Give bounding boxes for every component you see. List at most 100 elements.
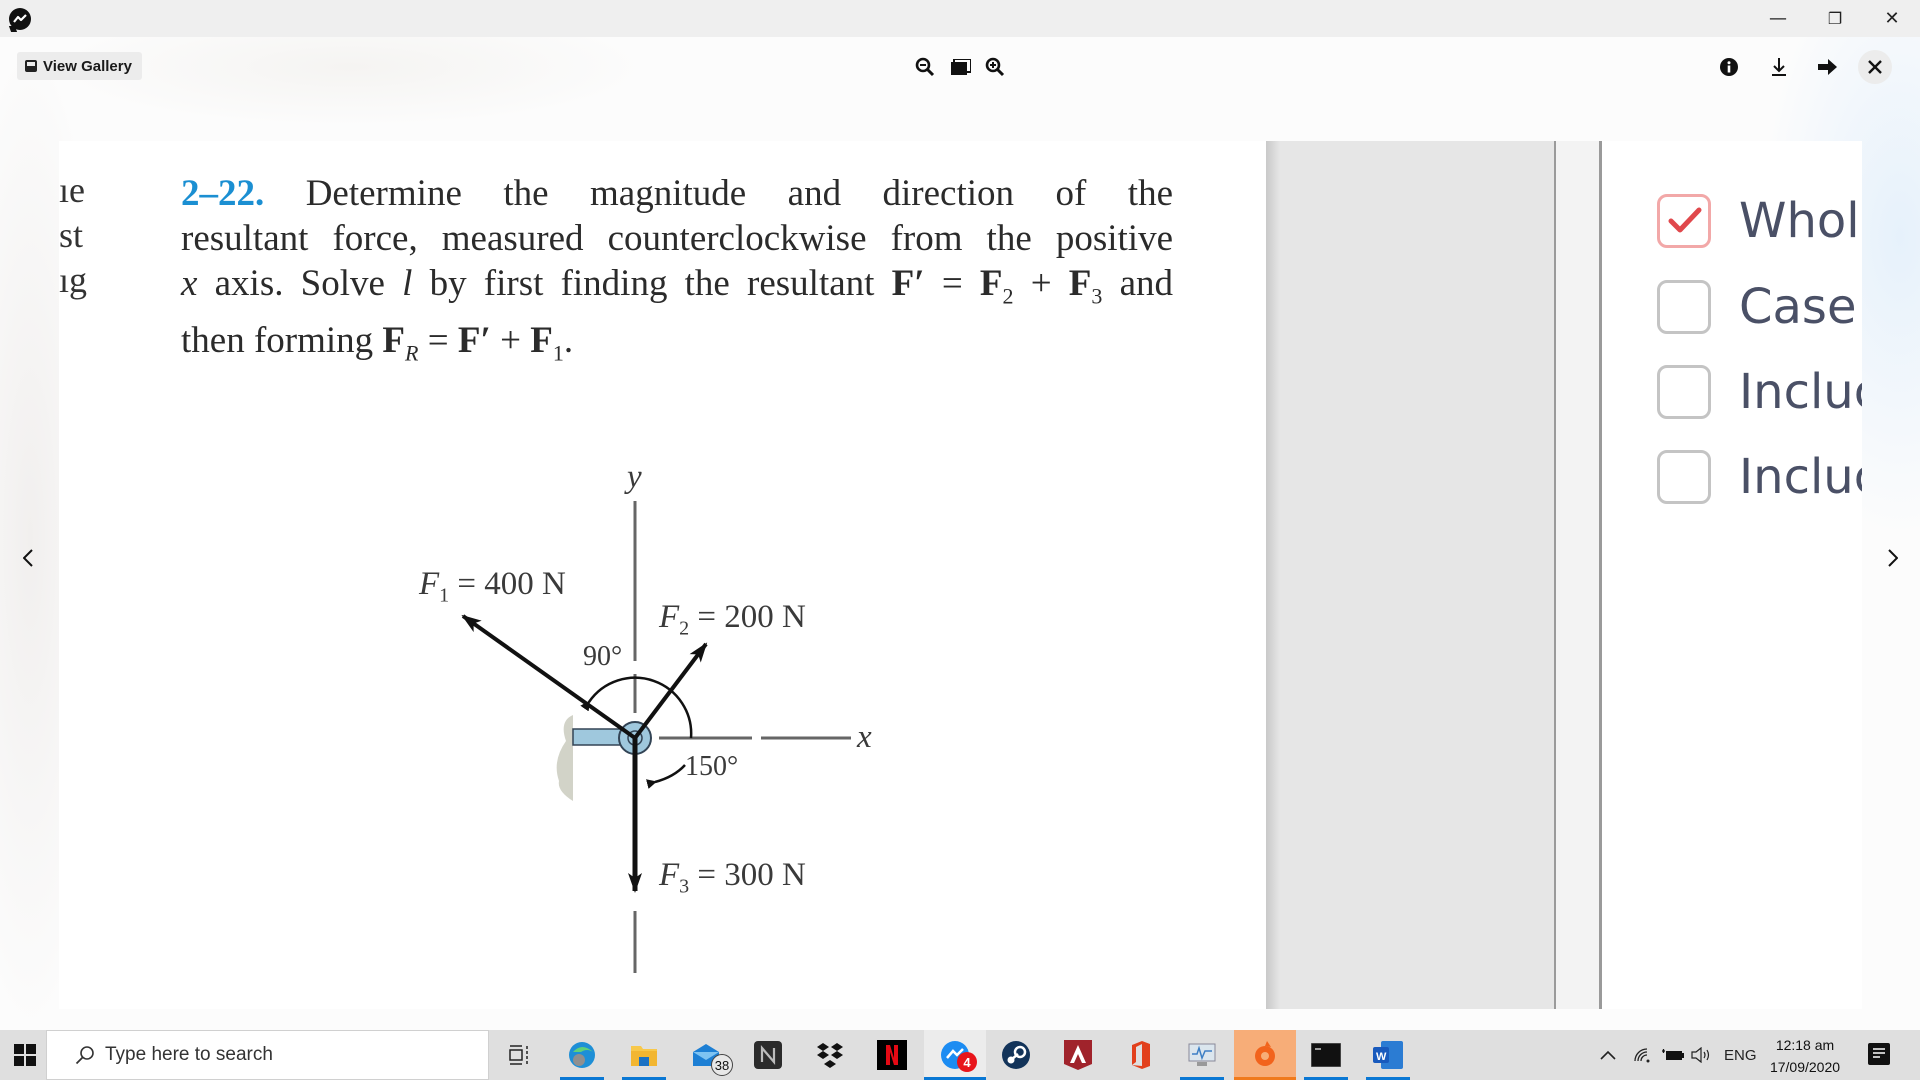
messenger-notification-badge: 4 bbox=[957, 1052, 977, 1072]
zoom-in-icon bbox=[985, 57, 1005, 77]
battery-button[interactable] bbox=[1662, 1030, 1684, 1080]
force-subscript: 2 bbox=[679, 617, 690, 640]
checkbox-whole bbox=[1657, 194, 1711, 248]
share-forward-button[interactable] bbox=[1813, 52, 1843, 82]
zoom-out-icon bbox=[915, 57, 935, 77]
netflix-icon bbox=[877, 1040, 907, 1070]
taskbar-performance-monitor[interactable] bbox=[1172, 1030, 1232, 1080]
image-viewer: View Gallery ıe st ıg 2–22. Determine th… bbox=[0, 37, 1920, 1030]
minimize-icon: — bbox=[1769, 8, 1787, 29]
taskbar-steam[interactable] bbox=[986, 1030, 1046, 1080]
taskbar-notion[interactable] bbox=[738, 1030, 798, 1080]
checkbox-row: Whole bbox=[1657, 193, 1862, 249]
force-symbol: F bbox=[659, 857, 680, 893]
download-icon bbox=[1772, 58, 1786, 76]
panel-scroll-strip bbox=[1554, 141, 1602, 1009]
captured-window-panel bbox=[1266, 141, 1602, 1009]
folder-icon bbox=[631, 1046, 657, 1066]
taskbar-netflix[interactable] bbox=[862, 1030, 922, 1080]
battery-icon bbox=[1662, 1049, 1684, 1060]
taskbar-terminal[interactable] bbox=[1296, 1030, 1356, 1080]
force-subscript: 1 bbox=[439, 584, 450, 607]
messenger-icon bbox=[9, 8, 31, 30]
svg-text:W: W bbox=[1376, 1051, 1387, 1063]
start-button[interactable] bbox=[14, 1044, 36, 1066]
task-view-icon bbox=[509, 1045, 528, 1065]
checkbox-label: Case S bbox=[1739, 279, 1862, 335]
search-placeholder: Type here to search bbox=[105, 1044, 273, 1065]
checkmark-icon bbox=[1668, 207, 1702, 233]
taskbar-mail[interactable]: 38 bbox=[676, 1030, 736, 1080]
taskbar-apex-legends[interactable] bbox=[1048, 1030, 1108, 1080]
language-label: ENG bbox=[1724, 1046, 1757, 1064]
y-axis-label: y bbox=[627, 459, 642, 495]
force-symbol: F bbox=[659, 599, 680, 635]
x-axis-label: x bbox=[857, 719, 872, 755]
windows-logo-icon bbox=[14, 1044, 24, 1054]
bracket bbox=[572, 728, 626, 746]
dropbox-icon bbox=[817, 1043, 843, 1068]
angle-label-150: 150° bbox=[685, 751, 739, 782]
taskbar-word[interactable]: W bbox=[1358, 1030, 1418, 1080]
download-button[interactable] bbox=[1764, 52, 1794, 82]
angle-label-90: 90° bbox=[583, 641, 623, 672]
chevron-right-icon bbox=[1888, 549, 1898, 567]
speaker-icon bbox=[1691, 1047, 1710, 1063]
taskbar-office[interactable] bbox=[1110, 1030, 1170, 1080]
word-icon: W bbox=[1373, 1041, 1403, 1069]
close-icon: ✕ bbox=[1884, 8, 1900, 29]
volume-button[interactable] bbox=[1691, 1030, 1713, 1080]
show-hidden-icons-button[interactable] bbox=[1600, 1030, 1616, 1080]
checkbox-row: Case S bbox=[1657, 279, 1862, 335]
fit-to-screen-button[interactable] bbox=[946, 52, 976, 82]
force-arrow-f2 bbox=[633, 642, 708, 740]
restore-button[interactable]: ❐ bbox=[1812, 0, 1858, 37]
chevron-up-icon bbox=[1600, 1050, 1616, 1060]
window-close-button[interactable]: ✕ bbox=[1869, 0, 1915, 37]
checkbox-row: Incluc bbox=[1657, 449, 1862, 505]
fit-screen-icon bbox=[951, 59, 971, 75]
view-gallery-label: View Gallery bbox=[43, 57, 132, 75]
forward-arrow-icon bbox=[1818, 59, 1837, 75]
view-gallery-button[interactable]: View Gallery bbox=[17, 52, 142, 80]
displayed-photo: ıe st ıg 2–22. Determine the magnitude a… bbox=[59, 141, 1862, 1009]
force-label-f3: F3 = 300 N bbox=[659, 857, 806, 899]
checkbox-include-2 bbox=[1657, 450, 1711, 504]
apex-legends-icon bbox=[1064, 1040, 1092, 1070]
taskbar-dropbox[interactable] bbox=[800, 1030, 860, 1080]
viewer-close-button[interactable] bbox=[1858, 50, 1892, 84]
force-label-f1: F1 = 400 N bbox=[419, 566, 566, 608]
zoom-in-button[interactable] bbox=[980, 52, 1010, 82]
clock-time: 12:18 am bbox=[1775, 1037, 1835, 1053]
restore-icon: ❐ bbox=[1827, 9, 1843, 28]
origin-icon bbox=[1255, 1041, 1275, 1066]
image-icon bbox=[25, 60, 37, 72]
zoom-out-button[interactable] bbox=[910, 52, 940, 82]
network-button[interactable] bbox=[1633, 1030, 1651, 1080]
next-image-button[interactable] bbox=[1878, 538, 1908, 578]
taskbar-messenger[interactable]: 4 bbox=[924, 1030, 986, 1080]
taskbar-origin[interactable] bbox=[1234, 1030, 1296, 1080]
force-value: = 200 N bbox=[689, 599, 806, 635]
wifi-icon bbox=[1634, 1048, 1650, 1063]
previous-image-button[interactable] bbox=[13, 538, 43, 578]
clock[interactable]: 12:18 am 17/09/2020 bbox=[1760, 1034, 1850, 1078]
language-indicator[interactable]: ENG bbox=[1724, 1030, 1757, 1080]
angle-arc-150 bbox=[645, 764, 686, 789]
info-button[interactable] bbox=[1714, 52, 1744, 82]
checkbox-label: Incluc bbox=[1739, 364, 1862, 420]
steam-icon bbox=[1002, 1041, 1030, 1069]
checkbox-label: Whole bbox=[1739, 193, 1862, 249]
minimize-button[interactable]: — bbox=[1755, 0, 1801, 37]
taskbar-task-view[interactable] bbox=[490, 1030, 550, 1080]
taskbar-search[interactable]: Type here to search bbox=[46, 1030, 489, 1080]
action-center-button[interactable] bbox=[1868, 1043, 1890, 1065]
title-bar: — ❐ ✕ bbox=[0, 0, 1920, 37]
clock-date: 17/09/2020 bbox=[1769, 1059, 1841, 1075]
taskbar-file-explorer[interactable] bbox=[614, 1030, 674, 1080]
taskbar-edge[interactable] bbox=[552, 1030, 612, 1080]
force-value: = 400 N bbox=[449, 566, 566, 602]
windows-logo-icon bbox=[26, 1044, 36, 1054]
mail-unread-badge: 38 bbox=[711, 1054, 733, 1076]
close-icon bbox=[1868, 60, 1882, 74]
